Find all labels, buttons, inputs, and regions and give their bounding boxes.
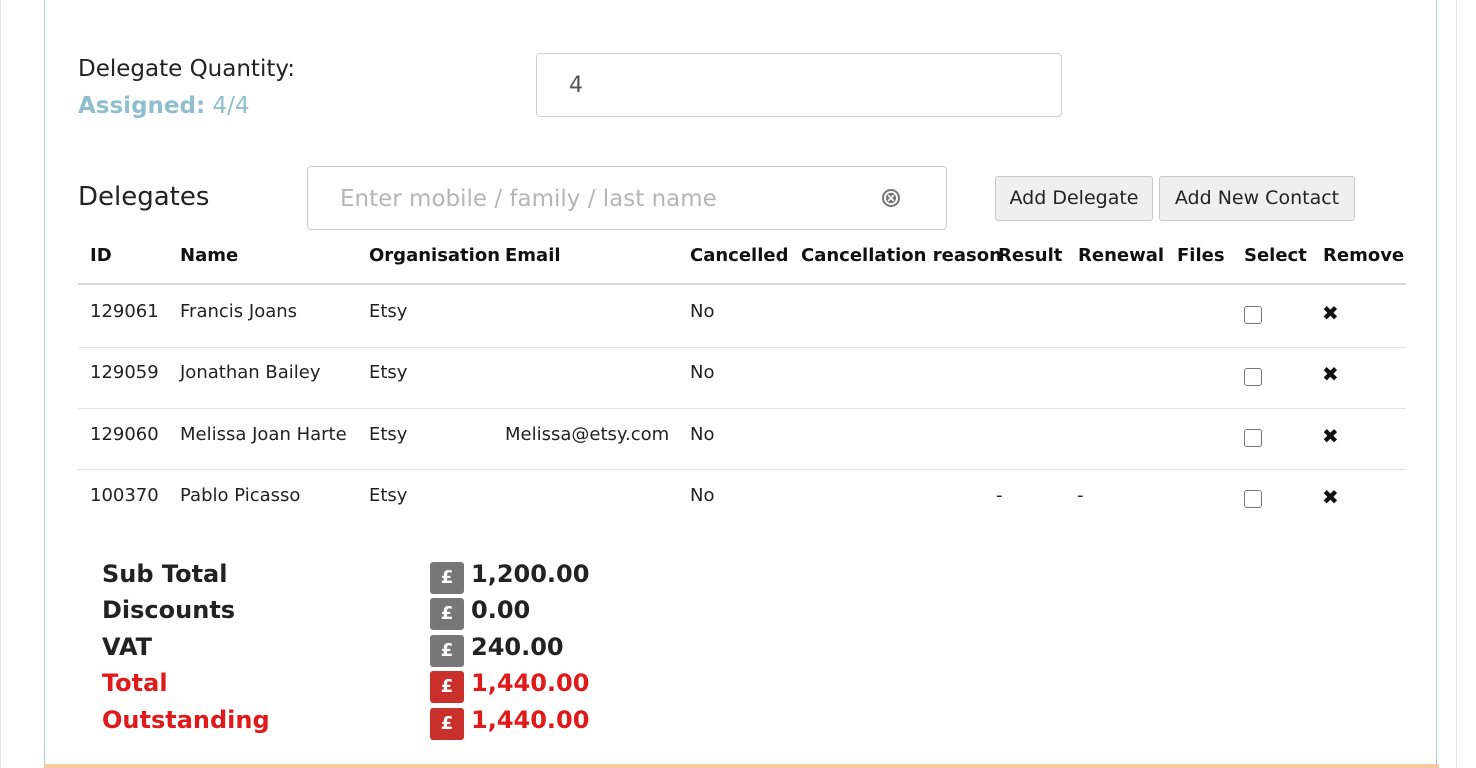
select-checkbox[interactable] bbox=[1244, 490, 1262, 508]
cell-cancelled: No bbox=[690, 362, 715, 383]
cell-organisation: Etsy bbox=[369, 485, 408, 506]
page-edge-left bbox=[0, 0, 1, 768]
cell-organisation: Etsy bbox=[369, 424, 408, 445]
cell-id: 129061 bbox=[90, 301, 159, 322]
outstanding-amount: 1,440.00 bbox=[471, 706, 590, 734]
cell-name: Francis Joans bbox=[180, 301, 298, 322]
col-header-cancellation-reason: Cancellation reason bbox=[801, 245, 1002, 266]
cell-organisation: Etsy bbox=[369, 301, 408, 322]
currency-badge: £ bbox=[430, 598, 464, 630]
delegates-title: Delegates bbox=[78, 182, 210, 212]
add-new-contact-button[interactable]: Add New Contact bbox=[1159, 176, 1355, 221]
assigned-value: 4/4 bbox=[212, 93, 250, 119]
discounts-label: Discounts bbox=[102, 596, 236, 624]
outstanding-label: Outstanding bbox=[102, 706, 270, 734]
cell-name: Pablo Picasso bbox=[180, 485, 301, 506]
page-edge-right bbox=[1456, 0, 1457, 768]
next-panel-border bbox=[44, 764, 1439, 768]
vat-label: VAT bbox=[102, 633, 153, 661]
row-divider bbox=[78, 347, 1406, 348]
delegate-quantity-label: Delegate Quantity: bbox=[78, 56, 296, 82]
add-delegate-button[interactable]: Add Delegate bbox=[995, 176, 1153, 221]
total-label: Total bbox=[102, 669, 168, 697]
col-header-name: Name bbox=[180, 245, 239, 266]
cell-id: 129059 bbox=[90, 362, 159, 383]
remove-x-icon[interactable]: ✖ bbox=[1322, 364, 1339, 384]
cell-id: 129060 bbox=[90, 424, 159, 445]
remove-x-icon[interactable]: ✖ bbox=[1322, 487, 1339, 507]
clear-circle-icon[interactable] bbox=[880, 187, 902, 209]
remove-x-icon[interactable]: ✖ bbox=[1322, 426, 1339, 446]
select-checkbox[interactable] bbox=[1244, 306, 1262, 324]
remove-x-icon[interactable]: ✖ bbox=[1322, 303, 1339, 323]
row-divider bbox=[78, 469, 1406, 470]
select-checkbox[interactable] bbox=[1244, 368, 1262, 386]
col-header-select: Select bbox=[1244, 245, 1307, 266]
delegate-search bbox=[307, 166, 947, 231]
col-header-remove: Remove bbox=[1323, 245, 1405, 266]
col-header-renewal: Renewal bbox=[1078, 245, 1165, 266]
vat-amount: 240.00 bbox=[471, 633, 564, 661]
subtotal-amount: 1,200.00 bbox=[471, 560, 590, 588]
cell-cancelled: No bbox=[690, 485, 715, 506]
discounts-amount: 0.00 bbox=[471, 596, 531, 624]
total-amount: 1,440.00 bbox=[471, 669, 590, 697]
assigned-count: Assigned: 4/4 bbox=[78, 93, 250, 119]
cell-name: Melissa Joan Harte bbox=[180, 424, 347, 445]
cell-email: Melissa@etsy.com bbox=[505, 424, 670, 445]
col-header-organisation: Organisation bbox=[369, 245, 501, 266]
currency-badge: £ bbox=[430, 635, 464, 667]
cell-name: Jonathan Bailey bbox=[180, 362, 321, 383]
col-header-cancelled: Cancelled bbox=[690, 245, 789, 266]
currency-badge: £ bbox=[430, 671, 464, 703]
select-checkbox[interactable] bbox=[1244, 429, 1262, 447]
delegate-search-input[interactable] bbox=[308, 167, 902, 231]
cell-renewal: - bbox=[1077, 485, 1084, 506]
cell-id: 100370 bbox=[90, 485, 159, 506]
row-divider bbox=[78, 408, 1406, 409]
col-header-email: Email bbox=[505, 245, 561, 266]
col-header-files: Files bbox=[1177, 245, 1225, 266]
assigned-label: Assigned: bbox=[78, 93, 206, 119]
cell-cancelled: No bbox=[690, 301, 715, 322]
cell-cancelled: No bbox=[690, 424, 715, 445]
table-header-divider bbox=[78, 283, 1406, 285]
subtotal-label: Sub Total bbox=[102, 560, 228, 588]
cell-result: - bbox=[996, 485, 1003, 506]
currency-badge: £ bbox=[430, 562, 464, 594]
currency-badge: £ bbox=[430, 708, 464, 740]
col-header-id: ID bbox=[90, 245, 112, 266]
delegate-quantity-input[interactable] bbox=[536, 53, 1062, 117]
cell-organisation: Etsy bbox=[369, 362, 408, 383]
col-header-result: Result bbox=[998, 245, 1063, 266]
